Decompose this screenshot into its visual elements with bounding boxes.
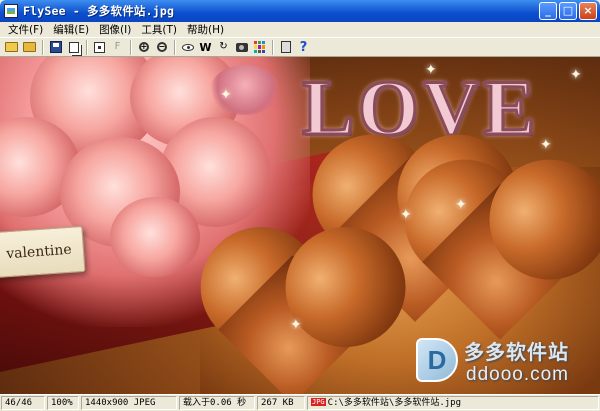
watermark: D 多多软件站 ddooo.com: [416, 334, 586, 388]
image-viewport[interactable]: LOVE ✦ ✦ ✦ ✦ ✦ ✦ ✦ valentine D 多多软件站 ddo…: [0, 57, 600, 394]
minimize-button[interactable]: _: [539, 2, 557, 20]
image-tag-text: valentine: [5, 241, 73, 263]
wallpaper-icon[interactable]: W: [197, 39, 214, 55]
zoom-in-icon[interactable]: +: [135, 39, 152, 55]
view-icon[interactable]: [179, 39, 196, 55]
status-size: 267 KB: [257, 396, 305, 410]
save-icon[interactable]: [47, 39, 64, 55]
status-dimensions: 1440x900 JPEG: [81, 396, 177, 410]
window-controls: _ □ ×: [539, 2, 597, 20]
thumbnails-icon[interactable]: [251, 39, 268, 55]
actual-size-icon[interactable]: F: [109, 39, 126, 55]
sparkle-icon: ✦: [290, 317, 302, 333]
sparkle-icon: ✦: [455, 197, 467, 213]
sparkle-icon: ✦: [400, 207, 412, 223]
capture-icon[interactable]: [233, 39, 250, 55]
title-bar[interactable]: FlySee - 多多软件站.jpg _ □ ×: [0, 0, 600, 22]
menu-edit[interactable]: 编辑(E): [48, 23, 94, 37]
jpg-file-icon: JPG: [311, 398, 326, 406]
image-love-text: LOVE: [300, 64, 540, 151]
status-bar: 46/46 100% 1440x900 JPEG 载入于0.06 秒 267 K…: [0, 394, 600, 411]
sparkle-icon: ✦: [570, 67, 582, 83]
fit-icon[interactable]: [91, 39, 108, 55]
copy-icon[interactable]: [65, 39, 82, 55]
menu-help[interactable]: 帮助(H): [182, 23, 229, 37]
menu-file[interactable]: 文件(F): [3, 23, 48, 37]
menu-image[interactable]: 图像(I): [94, 23, 136, 37]
image-tag: valentine: [0, 225, 86, 279]
menu-tools[interactable]: 工具(T): [136, 23, 182, 37]
sparkle-icon: ✦: [220, 87, 232, 103]
sparkle-icon: ✦: [540, 137, 552, 153]
status-load-time: 载入于0.06 秒: [179, 396, 255, 410]
menu-bar: 文件(F) 编辑(E) 图像(I) 工具(T) 帮助(H): [0, 22, 600, 37]
window-title: FlySee - 多多软件站.jpg: [23, 4, 175, 18]
watermark-url: ddooo.com: [466, 364, 570, 385]
maximize-button[interactable]: □: [559, 2, 577, 20]
toolbar-separator: [272, 39, 274, 55]
toolbar: F + − W ↻ ?: [0, 37, 600, 57]
zoom-out-icon[interactable]: −: [153, 39, 170, 55]
status-zoom: 100%: [47, 396, 79, 410]
clipboard-icon[interactable]: [277, 39, 294, 55]
watermark-name: 多多软件站: [464, 340, 569, 364]
watermark-logo: D: [416, 338, 458, 382]
help-icon[interactable]: ?: [295, 39, 312, 55]
toolbar-separator: [42, 39, 44, 55]
folder-icon[interactable]: [21, 39, 38, 55]
toolbar-separator: [174, 39, 176, 55]
status-path-panel: JPG C:\多多软件站\多多软件站.jpg: [307, 396, 599, 410]
toolbar-separator: [130, 39, 132, 55]
status-index: 46/46: [1, 396, 45, 410]
app-icon: [4, 4, 18, 18]
rotate-icon[interactable]: ↻: [215, 39, 232, 55]
status-path: C:\多多软件站\多多软件站.jpg: [327, 398, 462, 408]
sparkle-icon: ✦: [425, 62, 437, 78]
open-folder-icon[interactable]: [3, 39, 20, 55]
toolbar-separator: [86, 39, 88, 55]
close-button[interactable]: ×: [579, 2, 597, 20]
